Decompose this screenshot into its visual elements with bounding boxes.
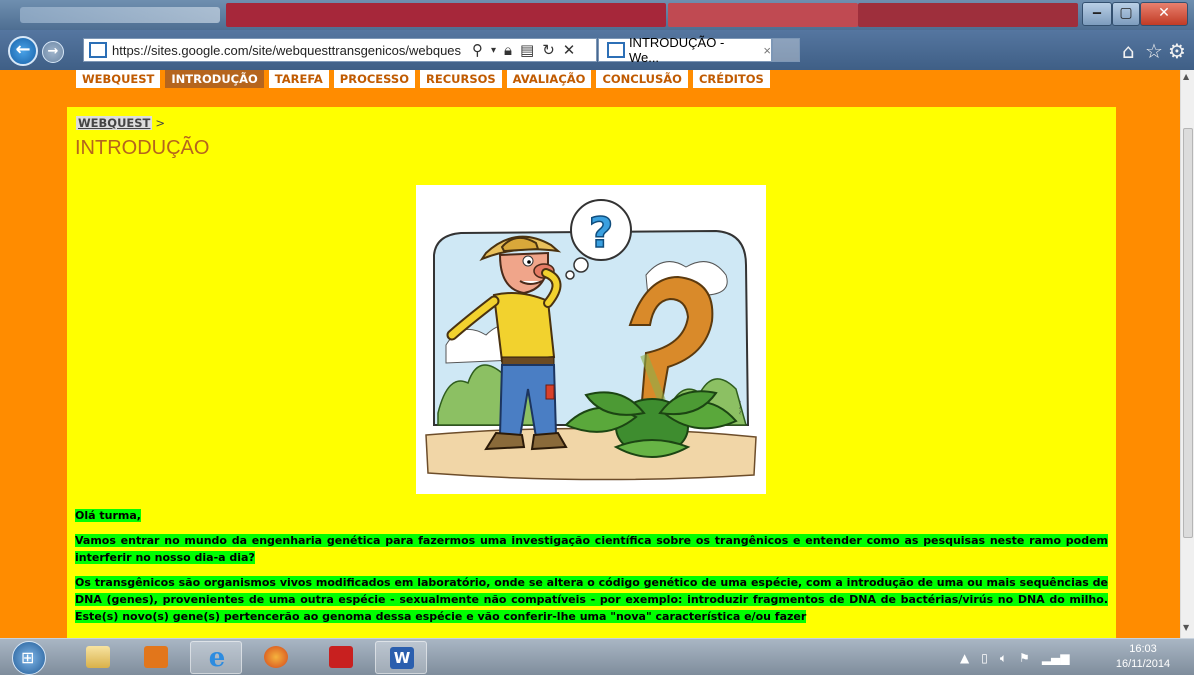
scroll-down-arrow-icon[interactable]: ▼ — [1183, 623, 1189, 632]
stop-icon[interactable]: ✕ — [563, 41, 576, 59]
nav-avaliacao[interactable]: AVALIAÇÃO — [506, 70, 592, 88]
taskbar-clock[interactable]: 16:03 16/11/2014 — [1103, 642, 1183, 672]
favorites-star-icon[interactable]: ☆ — [1145, 39, 1163, 63]
nav-conclusao[interactable]: CONCLUSÃO — [596, 70, 688, 88]
action-center-flag-icon[interactable]: ⚑ — [1019, 651, 1030, 665]
content-area: WEBQUEST > INTRODUÇÃO ? ~~~ Olá turma, V… — [67, 107, 1116, 638]
clock-time: 16:03 — [1129, 643, 1157, 655]
firefox-icon — [264, 646, 288, 668]
word-icon: W — [390, 647, 414, 669]
background-window-region — [226, 3, 666, 27]
network-icon[interactable]: ▯ — [981, 651, 988, 665]
taskbar-word[interactable]: W — [375, 641, 427, 674]
nav-processo[interactable]: PROCESSO — [333, 70, 415, 88]
tab-title: INTRODUÇÃO - We... — [628, 35, 725, 65]
arrow-right-icon: → — [47, 44, 59, 59]
breadcrumb-separator: > — [155, 116, 166, 130]
window-titlebar: ‒ ▢ ✕ — [0, 0, 1194, 30]
address-bar[interactable]: https://sites.google.com/site/webquesttr… — [83, 38, 597, 62]
signal-icon[interactable]: ▂▄▆ — [1042, 651, 1070, 665]
nav-creditos[interactable]: CRÉDITOS — [692, 70, 770, 88]
folder-icon — [86, 646, 110, 668]
new-tab-button[interactable] — [772, 38, 800, 62]
browser-navbar: ← → https://sites.google.com/site/webque… — [0, 30, 1194, 70]
acrobat-icon — [329, 646, 353, 668]
intro-text: Olá turma, Vamos entrar no mundo da enge… — [75, 507, 1108, 633]
farmer-question-plant-image: ? ~~~ — [425, 199, 757, 481]
windows-logo-icon: ⊞ — [21, 648, 35, 667]
arrow-left-icon: ← — [15, 39, 31, 60]
minimize-button[interactable]: ‒ — [1082, 2, 1112, 26]
svg-text:?: ? — [589, 208, 613, 257]
taskbar-firefox[interactable] — [250, 641, 302, 674]
greeting-paragraph: Olá turma, — [75, 507, 1108, 524]
page-scrollbar[interactable]: ▲ ▼ — [1180, 70, 1194, 638]
start-button[interactable]: ⊞ — [12, 641, 46, 675]
compat-view-icon[interactable]: ▤ — [520, 41, 534, 59]
paragraph-1: Vamos entrar no mundo da engenharia gené… — [75, 532, 1108, 566]
taskbar-media-player[interactable] — [130, 641, 182, 674]
internet-explorer-icon: e — [208, 643, 226, 673]
scroll-up-arrow-icon[interactable]: ▲ — [1183, 72, 1189, 81]
nav-introducao[interactable]: INTRODUÇÃO — [165, 70, 264, 88]
forward-button[interactable]: → — [42, 41, 64, 63]
paragraph-2-text: Os transgênicos são organismos vivos mod… — [75, 576, 1108, 623]
show-hidden-icons-icon[interactable]: ▲ — [960, 651, 969, 665]
page-viewport: WEBQUEST INTRODUÇÃO TAREFA PROCESSO RECU… — [0, 70, 1180, 638]
cartoon-illustration: ? ~~~ — [416, 185, 766, 494]
tab-introducao[interactable]: INTRODUÇÃO - We... × — [598, 35, 772, 65]
maximize-button[interactable]: ▢ — [1112, 2, 1140, 26]
home-icon[interactable]: ⌂ — [1122, 39, 1135, 63]
search-icon[interactable]: ⚲ — [472, 41, 483, 59]
scroll-thumb[interactable] — [1183, 128, 1193, 538]
greeting-text: Olá turma, — [75, 509, 141, 522]
refresh-icon[interactable]: ↻ — [542, 41, 555, 59]
dropdown-icon[interactable]: ▾ — [491, 45, 496, 56]
taskbar-acrobat[interactable] — [315, 641, 367, 674]
gear-icon[interactable]: ⚙ — [1168, 39, 1186, 63]
media-player-icon — [144, 646, 168, 668]
windows-taskbar: ⊞ e W ▲ ▯ 🔈︎ ⚑ ▂▄▆ 16:03 16/11/2014 — [0, 638, 1194, 675]
background-window-region — [668, 3, 858, 27]
back-button[interactable]: ← — [8, 36, 38, 66]
site-navigation: WEBQUEST INTRODUÇÃO TAREFA PROCESSO RECU… — [76, 70, 770, 88]
volume-icon[interactable]: 🔈︎ — [1000, 651, 1007, 666]
nav-recursos[interactable]: RECURSOS — [419, 70, 502, 88]
close-window-button[interactable]: ✕ — [1140, 2, 1188, 26]
nav-webquest[interactable]: WEBQUEST — [76, 70, 161, 88]
tab-close-icon[interactable]: × — [763, 43, 771, 58]
breadcrumb-link-webquest[interactable]: WEBQUEST — [76, 116, 153, 130]
site-page-icon — [89, 42, 107, 58]
url-text[interactable]: https://sites.google.com/site/webquesttr… — [112, 43, 464, 58]
taskbar-internet-explorer[interactable]: e — [190, 641, 242, 674]
system-tray: ▲ ▯ 🔈︎ ⚑ ▂▄▆ — [960, 643, 1070, 673]
taskbar-explorer[interactable] — [72, 641, 124, 674]
svg-text:~~~: ~~~ — [737, 400, 744, 415]
lock-icon[interactable]: 🔒︎ — [504, 41, 512, 59]
paragraph-2: Os transgênicos são organismos vivos mod… — [75, 574, 1108, 625]
site-page-icon — [607, 42, 625, 58]
nav-tarefa[interactable]: TAREFA — [268, 70, 329, 88]
clock-date: 16/11/2014 — [1115, 658, 1171, 670]
paragraph-1-text: Vamos entrar no mundo da engenharia gené… — [75, 534, 1108, 564]
page-title: INTRODUÇÃO — [75, 137, 210, 159]
breadcrumb: WEBQUEST > — [76, 116, 165, 130]
background-window-region — [858, 3, 1078, 27]
titlebar-blur-region — [20, 7, 220, 23]
